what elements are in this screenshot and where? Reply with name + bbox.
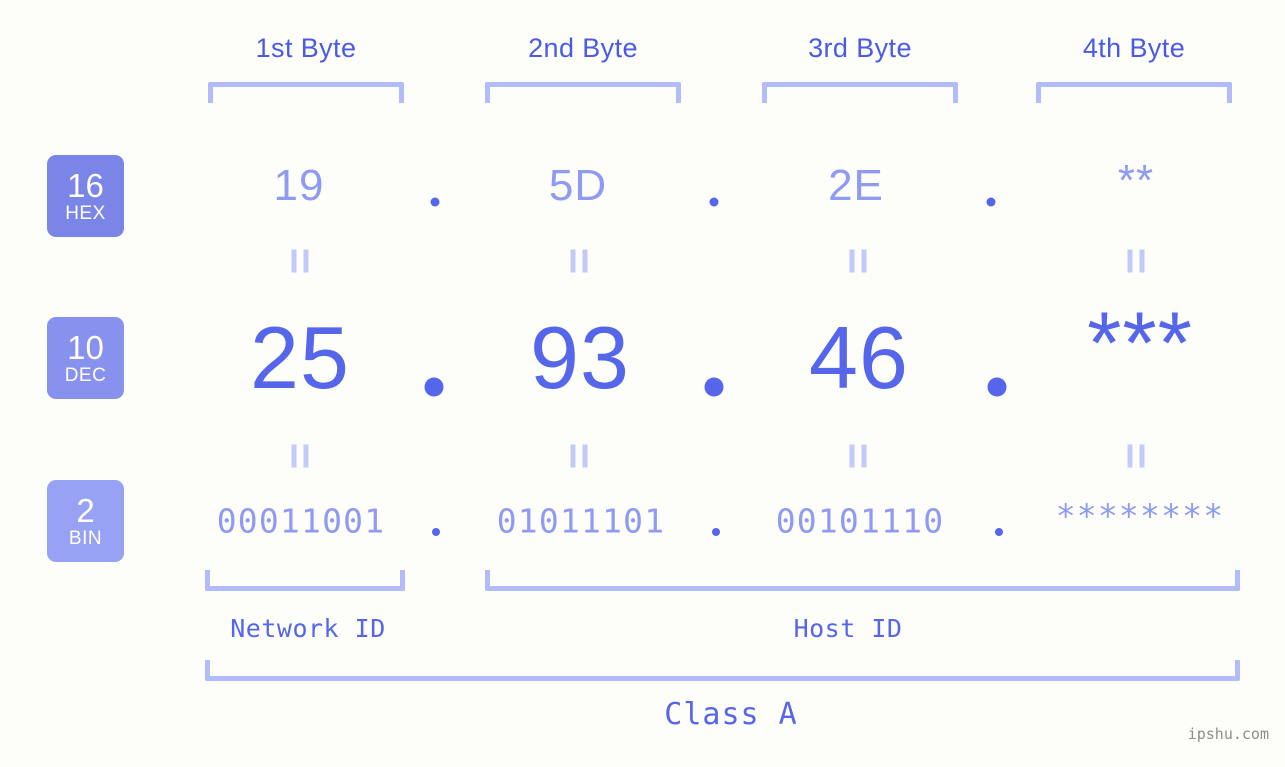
bin-separator-dot-1 — [432, 528, 440, 536]
bin-byte-value-4: ******** — [1055, 496, 1225, 536]
base-badge-dec-name: DEC — [64, 364, 107, 386]
equality-mark-dec-bin-3 — [849, 444, 867, 468]
dec-byte-value-2: 93 — [530, 308, 630, 407]
byte-bracket-top-4 — [1036, 82, 1232, 103]
dec-separator-dot-1 — [424, 377, 444, 397]
base-badge-hex-number: 16 — [67, 166, 104, 204]
network-id-label: Network ID — [230, 614, 386, 643]
byte-header-label-3: 3rd Byte — [808, 33, 912, 63]
dec-separator-dot-3 — [987, 377, 1007, 397]
hex-separator-dot-2 — [709, 197, 719, 207]
site-watermark: ipshu.com — [1187, 725, 1269, 743]
byte-header-label-1: 1st Byte — [255, 33, 357, 63]
base-badge-hex: 16 HEX — [47, 155, 124, 237]
bin-byte-value-1: 00011001 — [216, 501, 386, 541]
equality-mark-dec-bin-1 — [291, 444, 309, 468]
base-badge-bin-name: BIN — [68, 527, 103, 549]
hex-byte-value-1: 19 — [273, 161, 325, 210]
equality-mark-dec-bin-2 — [570, 444, 588, 468]
dec-separator-dot-2 — [704, 377, 724, 397]
base-badge-dec: 10 DEC — [47, 317, 124, 399]
hex-separator-dot-3 — [986, 197, 996, 207]
equality-mark-hex-dec-3 — [849, 249, 867, 273]
host-id-label: Host ID — [793, 614, 903, 643]
dec-byte-value-1: 25 — [250, 308, 350, 407]
base-badge-bin: 2 BIN — [47, 480, 124, 562]
hex-separator-dot-1 — [430, 197, 440, 207]
byte-bracket-top-3 — [762, 82, 958, 103]
equality-mark-hex-dec-1 — [291, 249, 309, 273]
ip-class-bracket — [205, 660, 1240, 681]
byte-bracket-top-2 — [485, 82, 681, 103]
base-badge-bin-number: 2 — [76, 491, 95, 529]
base-badge-hex-name: HEX — [65, 202, 106, 224]
equality-mark-dec-bin-4 — [1127, 444, 1145, 468]
bin-byte-value-2: 01011101 — [496, 501, 666, 541]
hex-byte-value-4: ** — [1117, 156, 1155, 205]
ip-class-label: Class A — [664, 697, 798, 732]
byte-header-label-4: 4th Byte — [1082, 33, 1186, 63]
equality-mark-hex-dec-2 — [570, 249, 588, 273]
byte-header-label-2: 2nd Byte — [528, 33, 638, 63]
bin-separator-dot-3 — [995, 528, 1003, 536]
network-id-bracket — [205, 570, 405, 591]
host-id-bracket — [485, 570, 1240, 591]
ip-byte-diagram: 1st Byte 2nd Byte 3rd Byte 4th Byte 16 H… — [0, 0, 1285, 767]
base-badge-dec-number: 10 — [67, 328, 104, 366]
bin-byte-value-3: 00101110 — [775, 501, 945, 541]
hex-byte-value-3: 2E — [828, 161, 884, 210]
hex-byte-value-2: 5D — [548, 161, 608, 210]
bin-separator-dot-2 — [712, 528, 720, 536]
byte-bracket-top-1 — [208, 82, 404, 103]
dec-byte-value-3: 46 — [809, 308, 909, 407]
equality-mark-hex-dec-4 — [1127, 249, 1145, 273]
dec-byte-value-4: *** — [1087, 293, 1193, 392]
